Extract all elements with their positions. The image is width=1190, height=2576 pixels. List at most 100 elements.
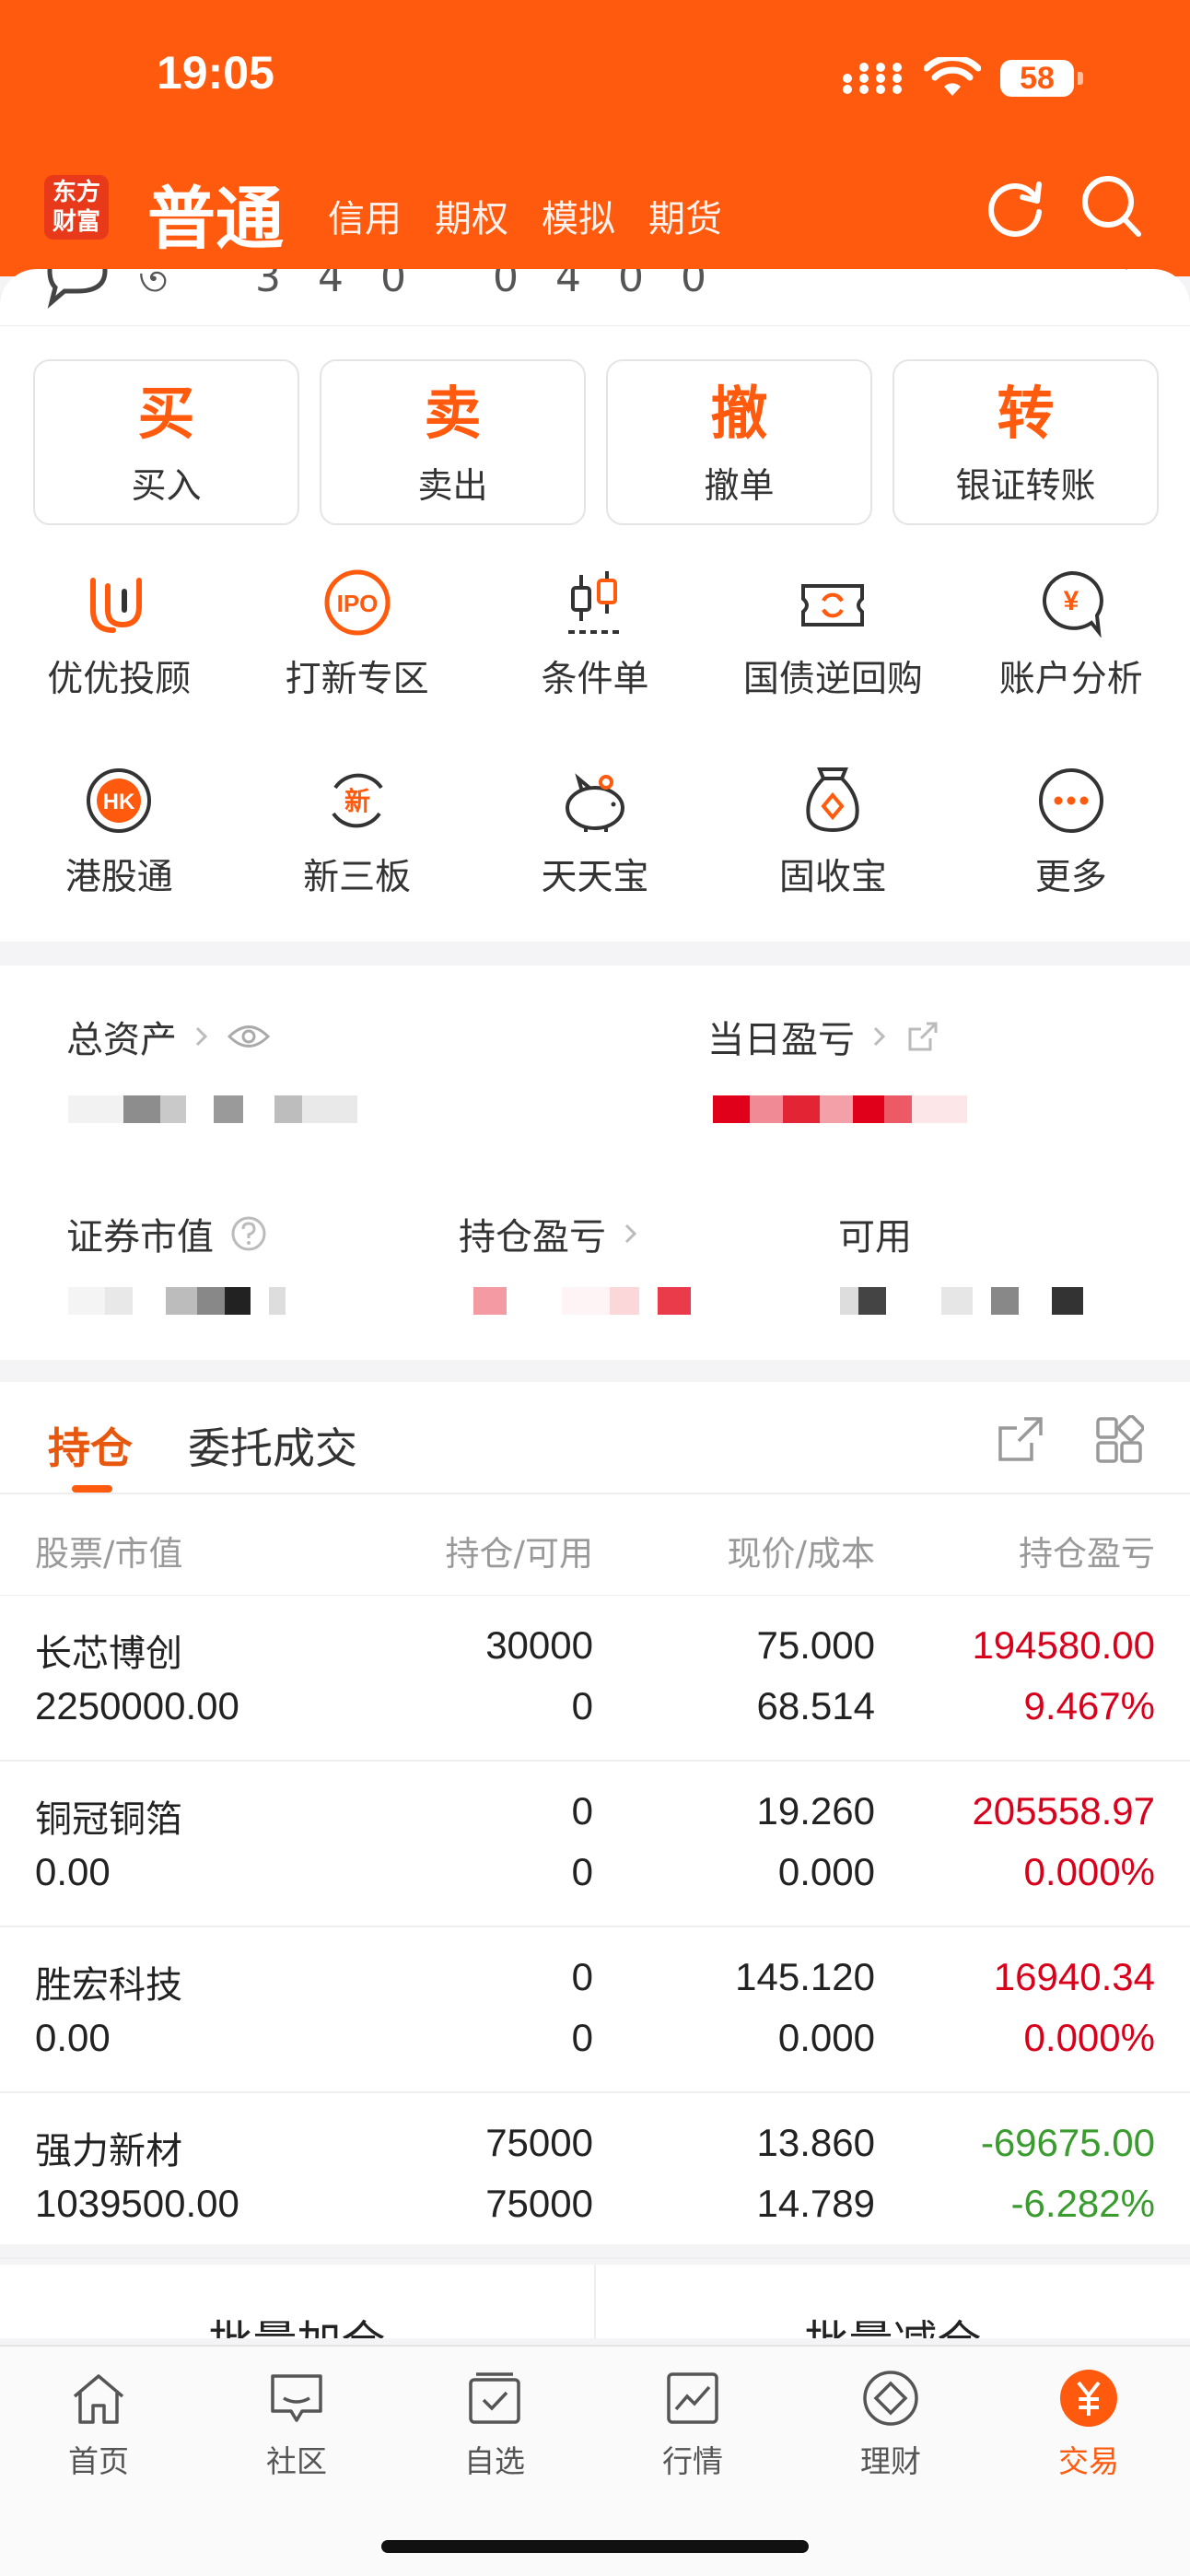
header-position[interactable]: 持仓/可用: [446, 1526, 593, 1575]
feature-label: 固收宝: [778, 857, 887, 898]
cancel-label: 撤单: [704, 465, 775, 506]
tab-options[interactable]: 期权: [435, 189, 508, 242]
chevron-right-icon: [624, 1224, 637, 1244]
table-row[interactable]: 强力新材 1039500.00 75000 75000 13.860 14.78…: [0, 2093, 1190, 2259]
batch-add-button[interactable]: 批量加仓: [0, 2305, 594, 2338]
buy-button[interactable]: 买 买入: [33, 359, 299, 525]
position-qty: 0: [571, 1789, 593, 1832]
feature-new-third-board[interactable]: 新 新三板: [238, 753, 475, 942]
current-price: 13.860: [756, 2121, 875, 2164]
market-chart-icon: [619, 2365, 766, 2431]
total-assets-label[interactable]: 总资产: [66, 1010, 271, 1063]
stock-name: 铜冠铜箔: [35, 1798, 182, 1841]
chevron-down-icon[interactable]: [1113, 269, 1140, 280]
position-pl: 205558.97: [972, 1789, 1155, 1832]
status-time: 19:05: [157, 47, 274, 99]
cancel-order-button[interactable]: 撤 撤单: [606, 359, 872, 525]
position-pl-pct: 0.000%: [1023, 2016, 1155, 2059]
available-qty: 0: [571, 2016, 593, 2059]
u-logo-icon: [0, 555, 238, 638]
brand-logo: 东方 财富: [44, 175, 109, 240]
position-pl-label[interactable]: 持仓盈亏: [459, 1207, 639, 1260]
tabbar-wealth[interactable]: 理财: [817, 2365, 964, 2481]
tab-orders-trades[interactable]: 委托成交: [188, 1415, 357, 1476]
current-price: 75.000: [756, 1623, 875, 1667]
holdings-tabs: 持仓 委托成交: [0, 1382, 1190, 1494]
feature-label: 账户分析: [998, 659, 1143, 700]
tab-positions[interactable]: 持仓: [48, 1415, 133, 1476]
position-pl-masked: [473, 1284, 691, 1317]
refresh-icon[interactable]: [984, 177, 1048, 245]
battery-indicator: 58: [1000, 60, 1074, 97]
daily-pl-text: 当日盈亏: [707, 1019, 855, 1061]
header-pl[interactable]: 持仓盈亏: [1019, 1526, 1155, 1575]
eye-icon[interactable]: [227, 1023, 271, 1050]
tabbar-trade[interactable]: 交易: [1015, 2365, 1162, 2481]
home-indicator: [381, 2540, 809, 2553]
batch-reduce-button[interactable]: 批量减仓: [596, 2305, 1190, 2338]
header-price[interactable]: 现价/成本: [728, 1526, 875, 1575]
external-link-icon[interactable]: [904, 1018, 941, 1055]
feature-ipo-zone[interactable]: IPO 打新专区: [238, 555, 475, 753]
tabbar-watchlist[interactable]: 自选: [421, 2365, 568, 2481]
logo-line-2: 财富: [52, 208, 100, 236]
notice-bar[interactable]: ত 340 0400: [0, 269, 1190, 326]
sell-button[interactable]: 卖 卖出: [320, 359, 586, 525]
piggy-bank-icon: [476, 753, 714, 836]
feature-account-analysis[interactable]: ¥ 账户分析: [952, 555, 1190, 753]
available-qty: 0: [571, 1850, 593, 1893]
feature-youyou-advisor[interactable]: 优优投顾: [0, 555, 238, 753]
feature-hk-connect[interactable]: HK 港股通: [0, 753, 238, 942]
position-pl-pct: 9.467%: [1023, 1684, 1155, 1727]
wealth-icon: [817, 2365, 964, 2431]
market-value: 0.00: [35, 2016, 111, 2059]
assets-summary: 总资产 当日盈亏 证券市值 持仓盈亏 可用: [0, 966, 1190, 1360]
position-pl: -69675.00: [980, 2121, 1155, 2164]
grid-layout-icon[interactable]: [1094, 1414, 1145, 1469]
yuan-chat-icon: ¥: [952, 555, 1190, 638]
cost-price: 0.000: [777, 1850, 875, 1893]
share-icon[interactable]: [997, 1415, 1044, 1467]
daily-pl-value-masked: [713, 1093, 967, 1126]
notice-text: ত 340 0400: [138, 269, 743, 301]
feature-treasury-repo[interactable]: 国债逆回购: [714, 555, 951, 753]
quick-actions: 买 买入 卖 卖出 撤 撤单 转 银证转账: [33, 359, 1159, 525]
feature-more[interactable]: 更多: [952, 753, 1190, 942]
feature-guoshoubao[interactable]: 固收宝: [714, 753, 951, 942]
tab-futures[interactable]: 期货: [648, 189, 722, 242]
buy-char: 买: [137, 380, 195, 447]
available-label: 可用: [838, 1207, 912, 1260]
cellular-signal-icon: [843, 63, 909, 94]
position-pl: 16940.34: [993, 1955, 1155, 1998]
tab-credit[interactable]: 信用: [328, 189, 402, 242]
feature-label: 更多: [1034, 857, 1107, 898]
chevron-right-icon: [873, 1026, 886, 1047]
watchlist-icon: [421, 2365, 568, 2431]
header-stock[interactable]: 股票/市值: [35, 1526, 182, 1575]
more-dots-icon: [952, 753, 1190, 836]
table-row[interactable]: 铜冠铜箔 0.00 0 0 19.260 0.000 205558.97 0.0…: [0, 1762, 1190, 1927]
tabbar-community[interactable]: 社区: [223, 2365, 370, 2481]
position-pl: 194580.00: [972, 1623, 1155, 1667]
help-icon[interactable]: [230, 1215, 267, 1252]
feature-tiantianbao[interactable]: 天天宝: [476, 753, 714, 942]
repo-ticket-icon: [714, 555, 951, 638]
tabbar-market[interactable]: 行情: [619, 2365, 766, 2481]
table-row[interactable]: 长芯博创 2250000.00 30000 0 75.000 68.514 19…: [0, 1596, 1190, 1762]
ipo-icon: IPO: [238, 555, 475, 638]
tab-label: 理财: [860, 2443, 921, 2479]
bank-transfer-button[interactable]: 转 银证转账: [892, 359, 1159, 525]
tab-normal-account[interactable]: 普通: [147, 164, 284, 263]
tab-simulation[interactable]: 模拟: [542, 189, 615, 242]
daily-pl-label[interactable]: 当日盈亏: [707, 1010, 941, 1063]
sell-label: 卖出: [417, 465, 488, 506]
active-tab-indicator: [72, 1485, 112, 1493]
tabbar-home[interactable]: 首页: [25, 2365, 172, 2481]
table-row[interactable]: 胜宏科技 0.00 0 0 145.120 0.000 16940.34 0.0…: [0, 1927, 1190, 2093]
yuan-icon-text: ¥: [1063, 586, 1079, 616]
search-icon[interactable]: [1079, 173, 1144, 245]
feature-conditional-order[interactable]: 条件单: [476, 555, 714, 753]
tab-label: 自选: [464, 2443, 525, 2479]
account-type-tabs: 信用 期权 模拟 期货: [328, 189, 722, 242]
market-value: 2250000.00: [35, 1684, 239, 1727]
